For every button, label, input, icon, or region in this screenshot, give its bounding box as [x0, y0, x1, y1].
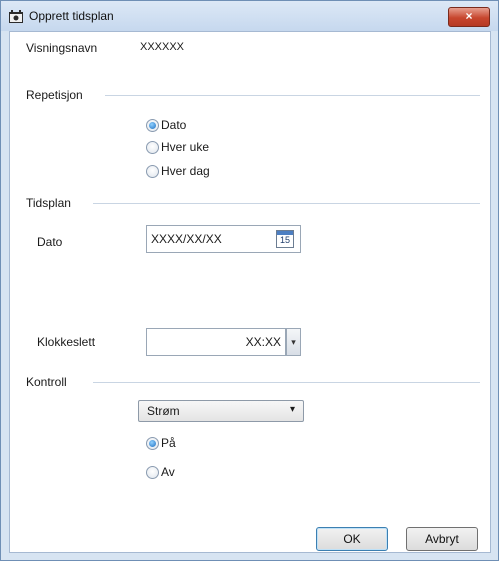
schedule-group-label: Tidsplan: [26, 196, 71, 210]
ok-button[interactable]: OK: [316, 527, 388, 551]
radio-daily-label[interactable]: Hver dag: [161, 164, 210, 178]
cancel-button[interactable]: Avbryt: [406, 527, 478, 551]
schedule-app-icon: [9, 10, 23, 23]
title-bar[interactable]: Opprett tidsplan ×: [1, 1, 498, 31]
radio-on[interactable]: [146, 437, 159, 450]
date-value: XXXX/XX/XX: [151, 232, 222, 246]
repetition-group-divider: [105, 95, 480, 96]
radio-weekly-label[interactable]: Hver uke: [161, 140, 209, 154]
window-title: Opprett tidsplan: [29, 9, 114, 23]
radio-daily[interactable]: [146, 165, 159, 178]
date-label: Dato: [37, 235, 63, 249]
display-name-label: Visningsnavn: [26, 41, 98, 55]
date-picker[interactable]: XXXX/XX/XX 15: [146, 225, 301, 253]
close-button[interactable]: ×: [448, 7, 490, 27]
time-field[interactable]: XX:XX: [146, 328, 286, 356]
radio-off[interactable]: [146, 466, 159, 479]
time-dropdown-button[interactable]: ▾: [286, 328, 301, 356]
radio-date-label[interactable]: Dato: [161, 118, 186, 132]
time-value: XX:XX: [245, 335, 281, 349]
display-name-value: XXXXXX: [140, 41, 185, 53]
dialog-content: Visningsnavn XXXXXX Repetisjon Dato Hver…: [9, 31, 491, 553]
control-select-value: Strøm: [147, 404, 180, 418]
schedule-group-divider: [93, 203, 480, 204]
control-select[interactable]: Strøm ▾: [138, 400, 304, 422]
radio-on-label[interactable]: På: [161, 436, 176, 450]
calendar-icon[interactable]: 15: [276, 230, 294, 248]
dialog-window: Opprett tidsplan × Visningsnavn XXXXXX R…: [0, 0, 499, 561]
radio-date[interactable]: [146, 119, 159, 132]
radio-off-label[interactable]: Av: [161, 465, 175, 479]
repetition-group-label: Repetisjon: [26, 88, 83, 102]
control-group-divider: [93, 382, 480, 383]
radio-weekly[interactable]: [146, 141, 159, 154]
time-label: Klokkeslett: [37, 335, 96, 349]
control-group-label: Kontroll: [26, 375, 67, 389]
chevron-down-icon: ▾: [289, 404, 295, 415]
